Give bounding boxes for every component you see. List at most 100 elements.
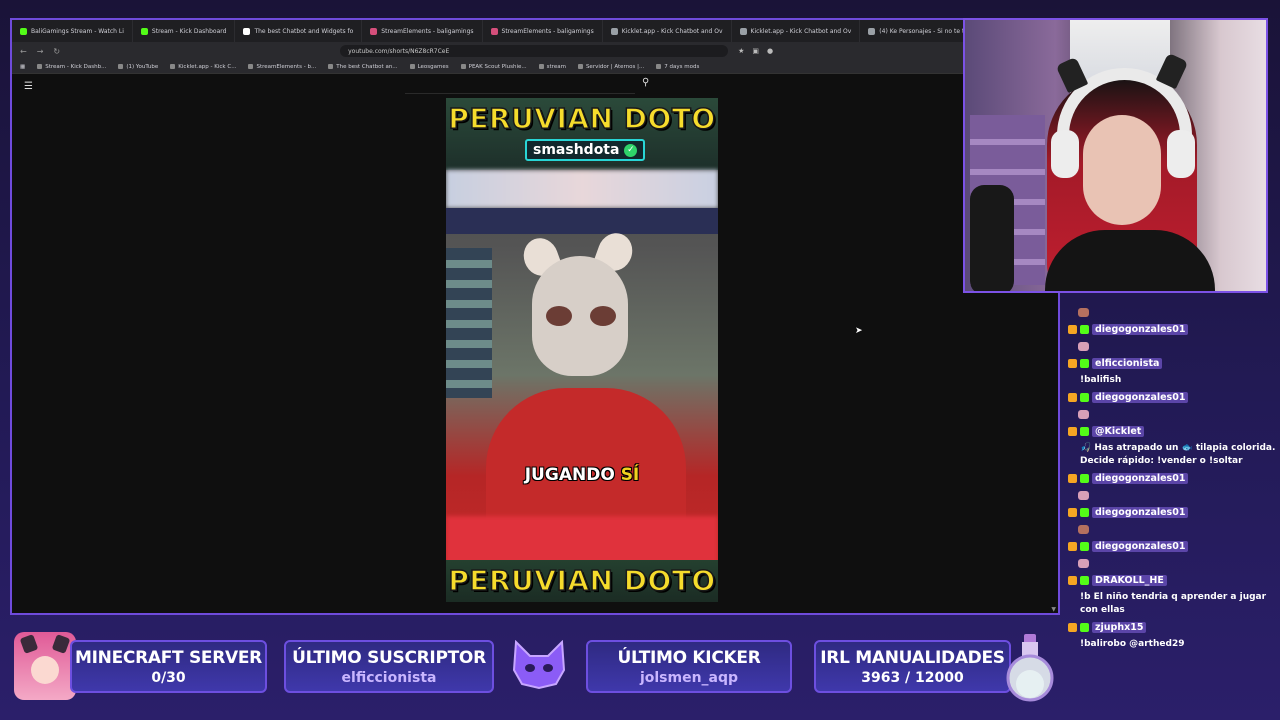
chat-username: diegogonzales01 — [1092, 473, 1189, 484]
extension-icon[interactable]: ● — [767, 47, 773, 55]
video-caption: JUGANDO SÍ — [524, 465, 640, 485]
bookmark-item[interactable]: 7 days mods — [656, 64, 699, 70]
tab-favicon-icon — [739, 27, 747, 35]
search-icon[interactable]: ⚲ — [642, 77, 649, 88]
last-subscriber-panel: ÚLTIMO SUSCRIPTOR elficcionista — [284, 640, 494, 693]
chat-badge-icon — [1080, 325, 1089, 334]
apps-icon[interactable]: ▦ — [20, 64, 25, 70]
chat-emote-row — [1068, 489, 1278, 502]
bookmark-favicon-icon — [656, 64, 662, 69]
emote-icon — [1078, 525, 1089, 534]
microphone-icon — [970, 185, 1014, 291]
tab-bar: BaliGamings Stream - Watch Li Stream - Ki… — [12, 20, 1058, 42]
chat-badge-icon — [1080, 474, 1089, 483]
browser-tab[interactable]: StreamElements - baligamings — [483, 20, 603, 42]
chat-badge-icon — [1068, 576, 1077, 585]
potion-icon — [1006, 634, 1054, 702]
bookmark-item[interactable]: stream — [538, 64, 566, 70]
forward-icon[interactable]: → — [37, 47, 44, 56]
chat-badge-icon — [1068, 393, 1077, 402]
hamburger-menu-icon[interactable]: ☰ — [24, 81, 33, 92]
chat-message: 🎣 Has atrapado un 🐟 tilapia colorida. De… — [1080, 443, 1276, 466]
browser-tab[interactable]: BaliGamings Stream - Watch Li — [12, 20, 133, 42]
browser-tab[interactable]: Stream - Kick Dashboard — [133, 20, 236, 42]
chat-badge-icon — [1068, 623, 1077, 632]
chat-badge-icon — [1080, 359, 1089, 368]
browser-tab[interactable]: The best Chatbot and Widgets fo — [235, 20, 363, 42]
chat-username: @Kicklet — [1092, 426, 1145, 437]
chat-badge-icon — [1068, 359, 1077, 368]
reload-icon[interactable]: ↻ — [53, 47, 60, 56]
bookmark-item[interactable]: Kicklet.app - Kick C... — [170, 64, 236, 70]
video-title-bottom: PERUVIAN DOTO — [448, 563, 716, 598]
bookmark-item[interactable]: Stream - Kick Dashb... — [37, 64, 106, 70]
browser-tab[interactable]: Kicklet.app - Kick Chatbot and Ov — [603, 20, 732, 42]
search-input[interactable] — [405, 79, 635, 94]
url-field[interactable]: youtube.com/shorts/N6Z8cR7CeE — [340, 45, 729, 57]
bookmark-item[interactable]: The best Chatbot an... — [328, 64, 398, 70]
tab-label: Kicklet.app - Kick Chatbot and Ov — [750, 27, 852, 35]
bookmark-favicon-icon — [538, 64, 544, 69]
minecraft-server-panel: MINECRAFT SERVER 0/30 — [70, 640, 267, 693]
tab-favicon-icon — [20, 27, 27, 35]
chat-username-row: @Kicklet — [1068, 425, 1278, 438]
chat-username-row: diegogonzales01 — [1068, 391, 1278, 404]
cat-logo-icon — [512, 640, 566, 690]
chat-badge-icon — [1068, 474, 1077, 483]
bookmark-item[interactable]: StreamElements - b... — [248, 64, 316, 70]
bookmark-favicon-icon — [248, 64, 254, 69]
shorts-video[interactable]: PERUVIAN DOTO smashdota ✓ JUGANDO SÍ PER… — [446, 98, 718, 602]
cast-icon[interactable]: ▣ — [752, 47, 759, 55]
chat-emote-row — [1068, 408, 1278, 421]
chat-emote-row — [1068, 306, 1278, 319]
verified-check-icon: ✓ — [624, 143, 638, 157]
emote-icon — [1078, 559, 1089, 568]
stream-info-bar: MINECRAFT SERVER 0/30 ÚLTIMO SUSCRIPTOR … — [0, 632, 1280, 712]
emote-icon — [1078, 308, 1089, 317]
chat-username-row: diegogonzales01 — [1068, 323, 1278, 336]
tab-label: StreamElements - baligamings — [381, 27, 474, 35]
scroll-down-icon[interactable]: ▼ — [1051, 606, 1056, 613]
chat-message: !balifish — [1080, 375, 1122, 385]
bookmark-favicon-icon — [328, 64, 334, 69]
bookmark-item[interactable]: (1) YouTube — [118, 64, 158, 70]
emote-icon — [1078, 491, 1089, 500]
chat-username: DRAKOLL_HE — [1092, 575, 1167, 586]
chat-badge-icon — [1080, 427, 1089, 436]
chat-badge-icon — [1080, 623, 1089, 632]
chat-username-row: diegogonzales01 — [1068, 472, 1278, 485]
channel-tag: smashdota ✓ — [525, 139, 646, 161]
tab-label: Kicklet.app - Kick Chatbot and Ov — [621, 27, 723, 35]
bookmark-item[interactable]: Servidor | Aternos |... — [577, 64, 644, 70]
chat-emote-row — [1068, 557, 1278, 570]
chat-username: elficcionista — [1092, 358, 1163, 369]
bookmark-favicon-icon — [460, 64, 466, 69]
bookmark-item[interactable]: Leosgames — [409, 64, 449, 70]
chat-badge-icon — [1068, 325, 1077, 334]
channel-name: smashdota — [533, 142, 620, 158]
tab-label: StreamElements - baligamings — [501, 27, 594, 35]
browser-tab[interactable]: StreamElements - baligamings — [362, 20, 483, 42]
chat-badge-icon — [1068, 427, 1077, 436]
address-bar: ← → ↻ youtube.com/shorts/N6Z8cR7CeE ★ ▣ … — [12, 42, 1058, 60]
tab-label: BaliGamings Stream - Watch Li — [31, 27, 124, 35]
chat-username: diegogonzales01 — [1092, 541, 1189, 552]
chat-username: diegogonzales01 — [1092, 392, 1189, 403]
webcam-feed — [963, 18, 1268, 293]
chat-overlay: diegogonzales01 elficcionista !balifish die… — [1068, 306, 1278, 686]
browser-tab[interactable]: Kicklet.app - Kick Chatbot and Ov — [732, 20, 861, 42]
tab-favicon-icon — [370, 27, 378, 35]
emote-icon — [1078, 342, 1089, 351]
tab-label: Stream - Kick Dashboard — [151, 27, 227, 35]
chat-emote-row — [1068, 523, 1278, 536]
chat-badge-icon — [1080, 542, 1089, 551]
tab-favicon-icon — [243, 27, 251, 35]
bookmark-favicon-icon — [409, 64, 415, 69]
video-title-top: PERUVIAN DOTO — [448, 101, 716, 136]
back-icon[interactable]: ← — [20, 47, 27, 56]
chat-badge-icon — [1080, 576, 1089, 585]
bookmark-item[interactable]: PEAK Scout Plushie... — [460, 64, 527, 70]
chat-username-row: diegogonzales01 — [1068, 540, 1278, 553]
bookmark-star-icon[interactable]: ★ — [738, 47, 744, 55]
tab-favicon-icon — [490, 27, 498, 35]
